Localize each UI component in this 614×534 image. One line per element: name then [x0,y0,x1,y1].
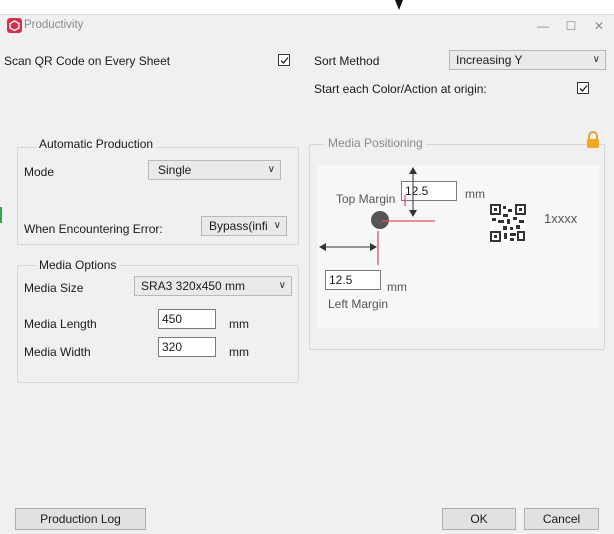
ok-button[interactable]: OK [442,508,516,530]
checkmark-icon [280,57,289,64]
title-bar: Productivity — ☐ ✕ [0,15,614,37]
mode-label: Mode [24,165,55,179]
media-size-label: Media Size [24,281,84,295]
cancel-button[interactable]: Cancel [524,508,599,530]
maximize-button[interactable]: ☐ [562,17,580,35]
left-margin-label: Left Margin [328,297,389,311]
media-length-label: Media Length [24,317,97,331]
close-button[interactable]: ✕ [590,17,608,35]
media-width-unit: mm [229,345,249,359]
media-positioning-title: Media Positioning [325,136,426,150]
error-label: When Encountering Error: [24,222,163,236]
scan-qr-checkbox[interactable] [278,54,290,66]
minimize-button[interactable]: — [534,17,552,35]
media-size-value: SRA3 320x450 mm [141,279,246,293]
media-width-label: Media Width [24,345,91,359]
scan-qr-label: Scan QR Code on Every Sheet [4,54,171,68]
sort-method-value: Increasing Y [456,53,523,67]
chevron-down-icon: ∨ [271,217,281,235]
checkmark-icon [579,85,588,92]
qr-code-icon [490,204,526,242]
left-margin-unit: mm [387,280,407,294]
chevron-down-icon: ∨ [267,164,275,175]
edge-indicator [0,207,2,223]
media-width-input[interactable]: 320 [158,337,216,357]
arrow-down-icon [409,210,417,217]
chevron-down-icon: ∨ [592,54,600,65]
left-margin-input[interactable]: 12.5 [325,270,381,290]
arrow-left-icon [319,243,326,251]
arrow-right-icon [370,243,377,251]
arrow-up-icon [409,167,417,174]
error-handling-select[interactable]: Bypass(infi ∨ [201,216,287,236]
sort-method-label: Sort Method [314,54,380,68]
app-icon [7,18,22,33]
media-size-select[interactable]: SRA3 320x450 mm ∨ [134,276,292,296]
media-options-title: Media Options [36,258,120,272]
media-length-input[interactable]: 450 [158,309,216,329]
mode-value: Single [158,163,192,177]
origin-marker-icon [371,211,389,229]
lock-icon[interactable] [585,131,601,149]
error-handling-value: Bypass(infi [209,219,268,233]
qr-code-text: 1xxxx [544,211,578,226]
window-title: Productivity [24,19,84,31]
media-length-unit: mm [229,317,249,331]
chevron-down-icon: ∨ [278,280,286,291]
start-origin-checkbox[interactable] [577,82,589,94]
cursor-arrow-icon [395,0,403,10]
automatic-production-title: Automatic Production [36,137,157,151]
mode-select[interactable]: Single ∨ [148,160,281,180]
productivity-window: Productivity — ☐ ✕ Scan QR Code on Every… [0,14,614,534]
start-origin-label: Start each Color/Action at origin: [314,82,487,96]
sort-method-select[interactable]: Increasing Y ∨ [449,50,606,70]
production-log-button[interactable]: Production Log [15,508,146,530]
